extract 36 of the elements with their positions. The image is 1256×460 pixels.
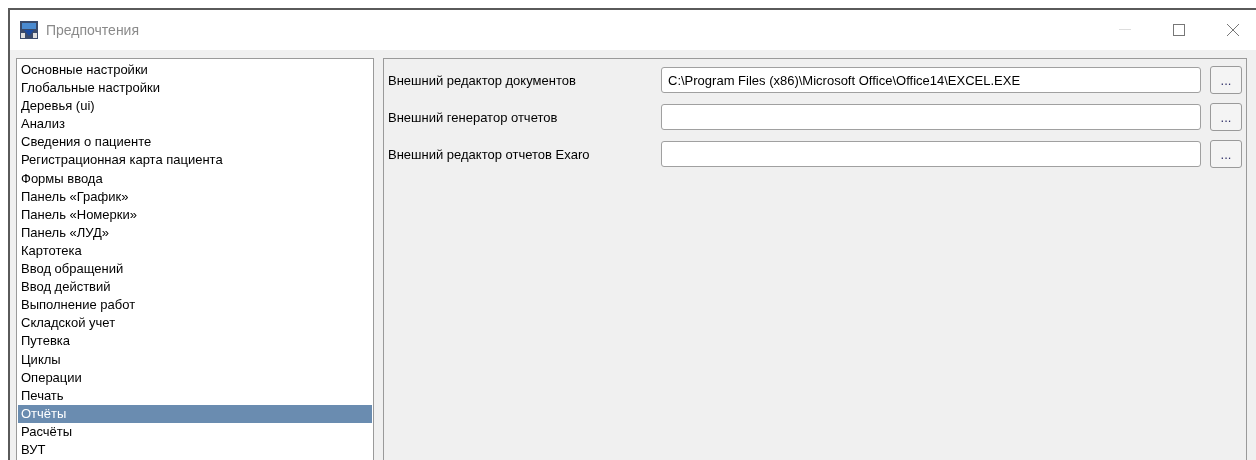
path-field[interactable]: C:\Program Files (x86)\Microsoft Office\Office14\EXCEL.EXE [661,67,1201,93]
category-item[interactable]: Панель «ЛУД» [18,223,372,242]
category-item[interactable]: Картотека [18,241,372,261]
window-title: Предпочтения [46,22,141,38]
minimize-icon [1119,29,1131,31]
category-item[interactable]: Основные настройки [18,61,372,80]
category-item[interactable]: Ввод обращений [18,260,372,279]
category-item[interactable]: Панель «График» [18,187,372,206]
category-item[interactable]: Сведения о пациенте [18,133,372,152]
setting-label: Внешний генератор отчетов [388,109,559,125]
app-icon [20,21,38,39]
category-item[interactable]: Ввод действий [18,278,372,297]
category-item[interactable]: Деревья (ui) [18,97,372,116]
path-field[interactable] [661,104,1201,130]
category-item[interactable]: Панель «Номерки» [18,205,372,224]
category-item[interactable]: Глобальные настройки [18,79,372,98]
category-item[interactable]: Формы ввода [18,169,372,188]
browse-button[interactable]: ... [1210,103,1242,131]
category-item[interactable]: Циклы [18,350,372,369]
category-item[interactable]: Операции [18,368,372,387]
category-item[interactable]: Регистрационная карта пациента [18,151,372,170]
path-field[interactable] [661,141,1201,167]
setting-label: Внешний редактор документов [388,72,577,88]
category-item[interactable]: Расчёты [18,422,372,441]
setting-label: Внешний редактор отчетов Exaro [388,146,591,162]
category-item[interactable]: ВУТ [18,440,372,460]
category-item[interactable]: Отчёты [18,404,372,423]
close-icon [1226,23,1240,37]
category-item[interactable]: Печать [18,386,372,405]
maximize-icon [1173,24,1185,36]
category-item[interactable]: Выполнение работ [18,296,372,315]
category-item[interactable]: Анализ [18,115,372,134]
browse-button[interactable]: ... [1210,66,1242,94]
category-item[interactable]: Путевка [18,332,372,351]
category-item[interactable]: Складской учет [18,314,372,333]
browse-button[interactable]: ... [1210,140,1242,168]
